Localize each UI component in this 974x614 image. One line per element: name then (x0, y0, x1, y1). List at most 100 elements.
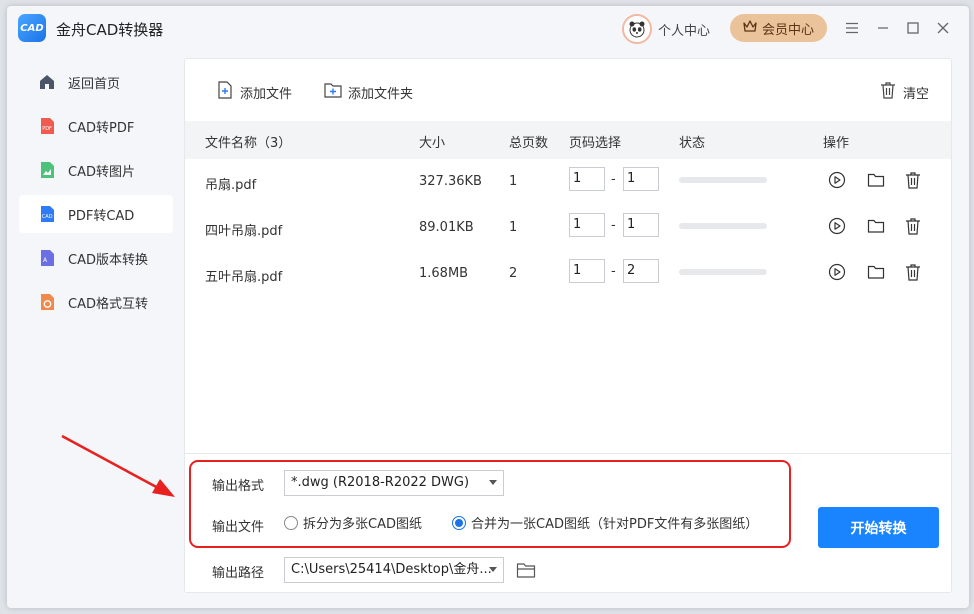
sidebar-item-cad-to-pdf[interactable]: PDF CAD转PDF (19, 107, 173, 145)
version-icon: A (38, 249, 56, 267)
page-to-input[interactable]: 1 (623, 167, 659, 191)
play-icon[interactable] (827, 262, 847, 282)
folder-icon[interactable] (866, 170, 886, 190)
sidebar-item-label: CAD格式互转 (68, 296, 148, 312)
sidebar-item-cad-to-image[interactable]: CAD转图片 (19, 151, 173, 189)
play-icon[interactable] (827, 170, 847, 190)
file-size: 1.68MB (419, 266, 469, 281)
file-pages: 1 (509, 220, 518, 235)
radio-checked-icon (452, 515, 466, 530)
page-to-input[interactable]: 1 (623, 213, 659, 237)
header-ops: 操作 (823, 136, 850, 151)
range-dash: - (611, 264, 616, 279)
main-panel: 添加文件 添加文件夹 清空 文件名称（3） 大小 总页数 页码选择 状态 操作 … (184, 58, 952, 593)
folder-icon[interactable] (866, 216, 886, 236)
header-range: 页码选择 (569, 136, 622, 151)
sidebar-item-label: 返回首页 (68, 76, 121, 92)
file-pages: 1 (509, 174, 518, 189)
header-name: 文件名称（3） (205, 136, 292, 151)
header-pages: 总页数 (509, 136, 549, 151)
close-icon[interactable] (933, 18, 953, 38)
add-file-label: 添加文件 (240, 86, 293, 102)
table-row: 五叶吊扇.pdf 1.68MB 2 1 - 2 (185, 251, 951, 297)
trash-icon (879, 81, 897, 103)
table-row: 四叶吊扇.pdf 89.01KB 1 1 - 1 (185, 205, 951, 251)
file-size: 327.36KB (419, 174, 482, 189)
app-logo: CAD (18, 14, 46, 42)
output-format-label: 输出格式 (212, 479, 265, 494)
browse-folder-icon[interactable] (516, 561, 536, 583)
sidebar-item-label: CAD转图片 (68, 164, 135, 180)
page-to-input[interactable]: 2 (623, 259, 659, 283)
file-name: 吊扇.pdf (205, 178, 257, 193)
title-bar: CAD 金舟CAD转换器 个人中心 会员中心 (7, 6, 969, 52)
sidebar-item-cad-format[interactable]: CAD格式互转 (19, 283, 173, 321)
svg-text:PDF: PDF (42, 126, 52, 132)
crown-icon (743, 19, 757, 37)
clear-label: 清空 (903, 86, 930, 102)
status-progress-bar (679, 177, 767, 183)
user-center-button[interactable]: 个人中心 (622, 13, 710, 45)
vip-center-button[interactable]: 会员中心 (730, 14, 827, 42)
dropdown-arrow-icon (489, 567, 497, 572)
menu-icon[interactable] (842, 18, 862, 38)
output-format-value: *.dwg (R2018-R2022 DWG) (291, 475, 470, 490)
file-name: 四叶吊扇.pdf (205, 224, 283, 239)
range-dash: - (611, 218, 616, 233)
sidebar-item-label: CAD版本转换 (68, 252, 148, 268)
output-path-label: 输出路径 (212, 566, 265, 581)
sidebar-item-home[interactable]: 返回首页 (19, 63, 173, 101)
output-path-select[interactable]: C:\Users\25414\Desktop\金舟... (284, 557, 504, 583)
home-icon (38, 73, 56, 91)
play-icon[interactable] (827, 216, 847, 236)
status-progress-bar (679, 223, 767, 229)
clear-button[interactable]: 清空 (879, 81, 929, 103)
sidebar-item-cad-version[interactable]: A CAD版本转换 (19, 239, 173, 277)
split-option-label: 拆分为多张CAD图纸 (303, 517, 422, 532)
app-title: 金舟CAD转换器 (56, 21, 164, 39)
merge-option-label: 合并为一张CAD图纸（针对PDF文件有多张图纸） (471, 517, 759, 532)
output-file-label: 输出文件 (212, 520, 265, 535)
page-from-input[interactable]: 1 (569, 167, 605, 191)
start-convert-button[interactable]: 开始转换 (818, 507, 939, 548)
page-from-input[interactable]: 1 (569, 213, 605, 237)
cad-icon: CAD (38, 205, 56, 223)
delete-icon[interactable] (903, 262, 923, 282)
folder-icon[interactable] (866, 262, 886, 282)
header-status: 状态 (679, 136, 706, 151)
split-radio[interactable]: 拆分为多张CAD图纸 (284, 513, 422, 532)
dropdown-arrow-icon (489, 480, 497, 485)
output-path-value: C:\Users\25414\Desktop\金舟... (291, 562, 492, 577)
table-row: 吊扇.pdf 327.36KB 1 1 - 1 (185, 159, 951, 205)
app-window: CAD 金舟CAD转换器 个人中心 会员中心 返回首页 PDF CAD转PDF … (7, 6, 969, 608)
pdf-icon: PDF (38, 117, 56, 135)
delete-icon[interactable] (903, 216, 923, 236)
add-folder-icon (324, 81, 342, 103)
sidebar-item-label: CAD转PDF (68, 120, 135, 136)
vip-center-label: 会员中心 (761, 22, 814, 38)
delete-icon[interactable] (903, 170, 923, 190)
add-folder-button[interactable]: 添加文件夹 (324, 81, 413, 103)
panda-avatar-icon (622, 14, 652, 44)
merge-radio[interactable]: 合并为一张CAD图纸（针对PDF文件有多张图纸） (452, 513, 758, 532)
output-format-select[interactable]: *.dwg (R2018-R2022 DWG) (284, 470, 504, 496)
output-settings: 输出格式 *.dwg (R2018-R2022 DWG) 输出文件 拆分为多张C… (185, 453, 951, 593)
maximize-icon[interactable] (903, 18, 923, 38)
image-icon (38, 161, 56, 179)
file-name: 五叶吊扇.pdf (205, 270, 283, 285)
sidebar-item-pdf-to-cad[interactable]: CAD PDF转CAD (19, 195, 173, 233)
range-dash: - (611, 172, 616, 187)
table-header: 文件名称（3） 大小 总页数 页码选择 状态 操作 (185, 121, 951, 159)
user-center-label: 个人中心 (658, 23, 711, 39)
file-size: 89.01KB (419, 220, 474, 235)
add-file-icon (216, 81, 234, 103)
radio-unchecked-icon (284, 515, 298, 530)
status-progress-bar (679, 269, 767, 275)
sidebar-item-label: PDF转CAD (68, 208, 135, 224)
page-from-input[interactable]: 1 (569, 259, 605, 283)
add-folder-label: 添加文件夹 (348, 86, 414, 102)
add-file-button[interactable]: 添加文件 (216, 81, 292, 103)
minimize-icon[interactable] (873, 18, 893, 38)
format-icon (38, 293, 56, 311)
header-size: 大小 (419, 136, 446, 151)
